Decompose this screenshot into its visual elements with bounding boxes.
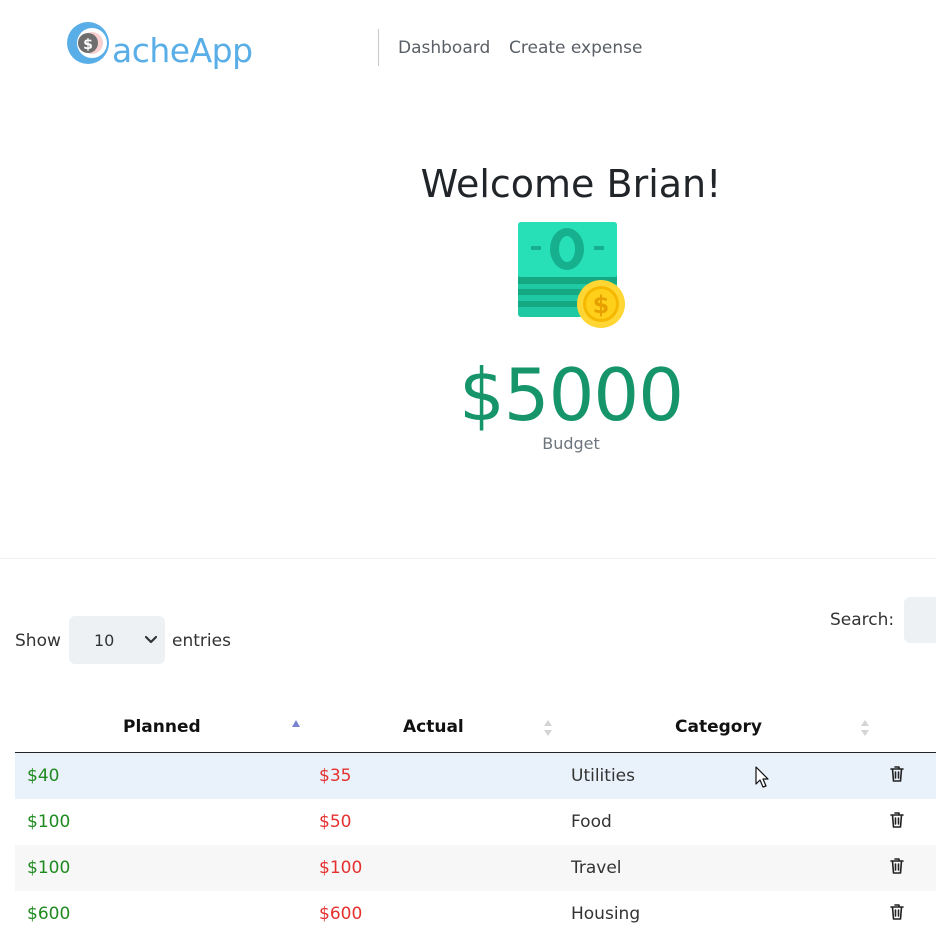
trash-icon[interactable] bbox=[890, 858, 904, 874]
table-row: $100 $50 Food bbox=[15, 799, 936, 845]
planned-cell: $100 bbox=[27, 812, 71, 832]
table-header: Planned Actual Category bbox=[15, 704, 936, 753]
planned-cell: $600 bbox=[27, 904, 71, 924]
welcome-heading: Welcome Brian! bbox=[420, 162, 722, 206]
money-stack-coin-icon: $ bbox=[518, 222, 625, 328]
entries-select-value: 10 bbox=[94, 631, 115, 650]
table-row: $600 $600 Housing bbox=[15, 891, 936, 937]
budget-label: Budget bbox=[542, 434, 600, 453]
sort-both-icon[interactable] bbox=[543, 719, 553, 737]
app-logo[interactable]: $ acheApp bbox=[66, 18, 266, 78]
table-row: $100 $100 Travel bbox=[15, 845, 936, 891]
sort-asc-icon[interactable] bbox=[291, 719, 301, 729]
actual-cell: $35 bbox=[319, 766, 352, 786]
nav-link-dashboard[interactable]: Dashboard bbox=[398, 38, 490, 58]
sort-both-icon[interactable] bbox=[860, 719, 870, 737]
actual-cell: $50 bbox=[319, 812, 352, 832]
column-header-category[interactable]: Category bbox=[675, 717, 762, 737]
show-label: Show bbox=[15, 631, 61, 651]
chevron-down-icon bbox=[145, 635, 157, 644]
expenses-table: Planned Actual Category $40 $35 Utilitie… bbox=[15, 704, 936, 937]
planned-cell: $100 bbox=[27, 858, 71, 878]
category-cell: Travel bbox=[571, 858, 622, 878]
actual-cell: $100 bbox=[319, 858, 363, 878]
svg-text:$: $ bbox=[593, 291, 610, 319]
column-header-actual[interactable]: Actual bbox=[403, 717, 464, 737]
column-header-planned[interactable]: Planned bbox=[123, 717, 201, 737]
nav-link-create-expense[interactable]: Create expense bbox=[509, 38, 642, 58]
entries-select[interactable]: 10 bbox=[69, 616, 165, 664]
svg-text:$: $ bbox=[83, 37, 93, 53]
nav-divider bbox=[378, 29, 379, 66]
trash-icon[interactable] bbox=[890, 812, 904, 828]
budget-amount: $5000 bbox=[458, 353, 684, 437]
category-cell: Utilities bbox=[571, 766, 635, 786]
entries-label: entries bbox=[172, 631, 231, 651]
trash-icon[interactable] bbox=[890, 766, 904, 782]
actual-cell: $600 bbox=[319, 904, 363, 924]
planned-cell: $40 bbox=[27, 766, 60, 786]
search-label: Search: bbox=[830, 610, 895, 630]
logo-coin-icon: $ bbox=[67, 22, 109, 64]
category-cell: Housing bbox=[571, 904, 641, 924]
logo-text: acheApp bbox=[112, 31, 253, 70]
category-cell: Food bbox=[571, 812, 612, 832]
section-divider bbox=[0, 558, 936, 559]
search-input[interactable] bbox=[904, 597, 936, 643]
table-row: $40 $35 Utilities bbox=[15, 753, 936, 799]
mouse-cursor-icon bbox=[755, 766, 769, 788]
trash-icon[interactable] bbox=[890, 904, 904, 920]
